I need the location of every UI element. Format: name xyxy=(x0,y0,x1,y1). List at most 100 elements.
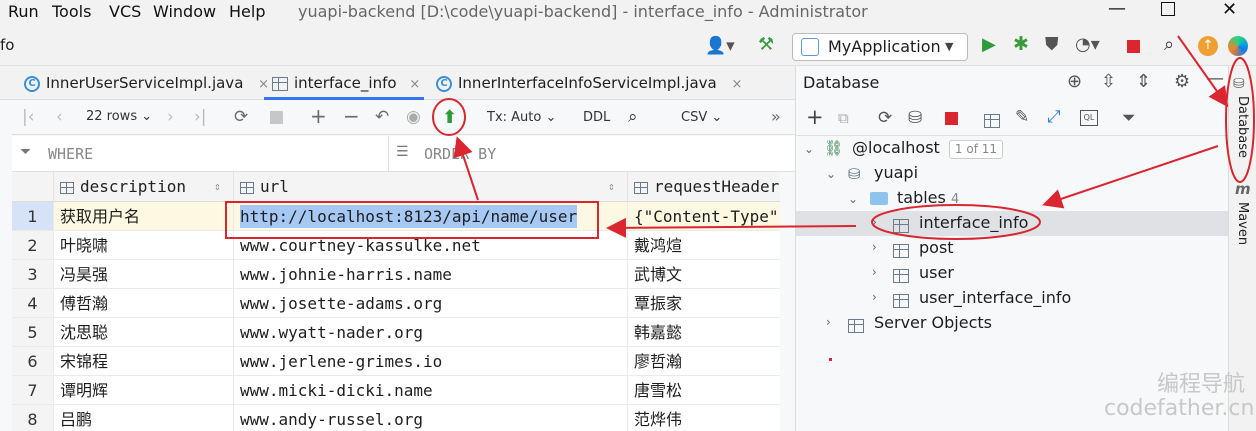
stop-icon[interactable] xyxy=(945,112,958,125)
row-number[interactable]: 7 xyxy=(12,376,54,405)
chevron-right-icon[interactable]: › xyxy=(826,315,831,329)
column-header-url[interactable]: url ⇕ xyxy=(234,172,628,202)
target-icon[interactable]: ⊕ xyxy=(1067,71,1082,92)
row-number[interactable]: 6 xyxy=(12,347,54,376)
column-header-description[interactable]: description ⇕ xyxy=(54,172,234,202)
cell-request-header[interactable]: 廖哲瀚 xyxy=(628,347,780,376)
delete-row-icon[interactable]: − xyxy=(343,104,360,128)
tx-mode-selector[interactable]: Tx: Auto ⌄ xyxy=(487,110,556,125)
table-row[interactable]: 7 谭明辉 www.micki-dicki.name 唐雪松 xyxy=(12,376,780,405)
chevron-down-icon[interactable]: ⌄ xyxy=(848,192,858,206)
side-tab-database[interactable]: Database xyxy=(1235,96,1250,158)
coverage-icon[interactable]: ⛊ xyxy=(1045,34,1059,55)
cell-url[interactable]: www.johnie-harris.name xyxy=(234,260,628,289)
tree-node-localhost[interactable]: @localhost 1 of 11 xyxy=(852,138,1004,159)
cell-description[interactable]: 宋锦程 xyxy=(54,347,234,376)
cell-description[interactable]: 傅哲瀚 xyxy=(54,289,234,318)
hammer-icon[interactable]: ⚒ xyxy=(758,34,774,55)
chevron-right-icon[interactable]: › xyxy=(872,265,877,279)
cell-description[interactable]: 谭明辉 xyxy=(54,376,234,405)
cell-request-header[interactable]: 范烨伟 xyxy=(628,405,780,431)
cell-description[interactable]: 获取用户名 xyxy=(54,202,234,231)
table-row[interactable]: 3 冯昊强 www.johnie-harris.name 武博文 xyxy=(12,260,780,289)
search-icon[interactable]: ⌕ xyxy=(1164,34,1174,55)
cancel-icon[interactable] xyxy=(270,111,283,124)
side-tab-maven[interactable]: Maven xyxy=(1235,202,1250,245)
row-number[interactable]: 1 xyxy=(12,202,54,231)
row-number[interactable]: 2 xyxy=(12,231,54,260)
cell-url[interactable]: www.wyatt-nader.org xyxy=(234,318,628,347)
cell-url[interactable]: www.jerlene-grimes.io xyxy=(234,347,628,376)
cell-request-header[interactable]: 唐雪松 xyxy=(628,376,780,405)
gear-icon[interactable]: ⚙ xyxy=(1174,71,1190,92)
table-row[interactable]: 4 傅哲瀚 www.josette-adams.org 覃振家 xyxy=(12,289,780,318)
chevron-right-icon[interactable]: › xyxy=(872,290,877,304)
ddl-button[interactable]: DDL xyxy=(583,110,610,125)
preview-icon[interactable]: ◉ xyxy=(406,107,421,127)
run-icon[interactable]: ▶ xyxy=(982,34,996,55)
menu-window[interactable]: Window xyxy=(153,2,216,21)
schema-icon[interactable]: ⛁ xyxy=(908,108,922,128)
menu-vcs[interactable]: VCS xyxy=(109,2,141,21)
rows-selector[interactable]: 22 rows ⌄ xyxy=(86,109,152,124)
tree-node-post[interactable]: post xyxy=(919,238,954,257)
menu-help[interactable]: Help xyxy=(229,2,265,21)
tree-node-interface-info[interactable]: interface_info xyxy=(919,213,1028,232)
copy-icon[interactable]: ⧉ xyxy=(838,109,849,127)
tree-node-server-objects[interactable]: Server Objects xyxy=(874,313,992,332)
sort-arrows-icon[interactable]: ⇕ xyxy=(608,172,615,202)
row-number[interactable]: 4 xyxy=(12,289,54,318)
table-row[interactable]: 6 宋锦程 www.jerlene-grimes.io 廖哲瀚 xyxy=(12,347,780,376)
row-number[interactable]: 5 xyxy=(12,318,54,347)
debug-icon[interactable]: ✱ xyxy=(1013,33,1029,55)
toolbox-icon[interactable] xyxy=(1228,36,1248,56)
cell-request-header[interactable]: 武博文 xyxy=(628,260,780,289)
jump-icon[interactable]: ⤢ xyxy=(1047,107,1061,127)
refresh-icon[interactable]: ⟳ xyxy=(878,108,892,128)
order-by-input[interactable]: ORDER BY xyxy=(424,145,496,163)
table-view-icon[interactable] xyxy=(984,111,1000,129)
cell-url[interactable]: www.micki-dicki.name xyxy=(234,376,628,405)
revert-icon[interactable]: ↶ xyxy=(375,107,389,127)
filter-icon[interactable]: ⏷ xyxy=(1122,108,1136,128)
tab-interface-info[interactable]: interface_info × xyxy=(264,66,424,100)
tree-node-user[interactable]: user xyxy=(919,263,954,282)
cell-url[interactable]: www.courtney-kassulke.net xyxy=(234,231,628,260)
cell-request-header[interactable]: 戴鸿煊 xyxy=(628,231,780,260)
row-number[interactable]: 8 xyxy=(12,405,54,431)
more-icon[interactable]: » xyxy=(771,107,781,126)
where-input[interactable]: WHERE xyxy=(48,145,93,163)
stop-icon[interactable] xyxy=(1127,40,1140,53)
cell-url[interactable]: www.andy-russel.org xyxy=(234,405,628,431)
chevron-right-icon[interactable]: › xyxy=(872,240,877,254)
cell-request-header[interactable]: 韩嘉懿 xyxy=(628,318,780,347)
export-format-selector[interactable]: CSV ⌄ xyxy=(681,110,722,125)
cell-description[interactable]: 冯昊强 xyxy=(54,260,234,289)
table-row[interactable]: 8 吕鹏 www.andy-russel.org 范烨伟 xyxy=(12,405,780,431)
tree-node-yuapi[interactable]: yuapi xyxy=(874,163,918,182)
tree-node-tables[interactable]: tables 4 xyxy=(897,188,959,207)
chevron-right-icon[interactable]: › xyxy=(872,215,877,229)
prev-page-icon[interactable]: ‹ xyxy=(56,107,63,127)
close-tab-icon[interactable]: × xyxy=(409,77,420,92)
run-config-selector[interactable]: MyApplication ▼ xyxy=(792,33,968,61)
chevron-down-icon[interactable]: ⌄ xyxy=(804,142,814,156)
table-row[interactable]: 2 叶晓啸 www.courtney-kassulke.net 戴鸿煊 xyxy=(12,231,780,260)
sort-arrows-icon[interactable]: ⇕ xyxy=(214,172,221,202)
maximize-icon[interactable] xyxy=(1161,2,1175,16)
refresh-icon[interactable]: ⟳ xyxy=(234,107,248,127)
next-page-icon[interactable]: › xyxy=(167,107,174,127)
tree-node-user-interface-info[interactable]: user_interface_info xyxy=(919,288,1071,307)
last-page-icon[interactable]: ›| xyxy=(194,107,207,127)
close-tab-icon[interactable]: × xyxy=(732,77,743,92)
user-icon[interactable]: 👤▾ xyxy=(705,36,735,56)
add-row-icon[interactable]: + xyxy=(310,104,327,128)
tab-inner-interface-info-service-impl[interactable]: C InnerInterfaceInfoServiceImpl.java × xyxy=(436,66,742,100)
tab-inner-user-service-impl[interactable]: C InnerUserServiceImpl.java × xyxy=(24,66,269,100)
menu-run[interactable]: Run xyxy=(8,2,39,21)
cell-url[interactable]: www.josette-adams.org xyxy=(234,289,628,318)
profile-icon[interactable]: ◔▾ xyxy=(1075,34,1100,55)
cell-request-header[interactable]: 覃振家 xyxy=(628,289,780,318)
query-console-icon[interactable]: QL xyxy=(1080,110,1098,126)
menu-tools[interactable]: Tools xyxy=(52,2,91,21)
